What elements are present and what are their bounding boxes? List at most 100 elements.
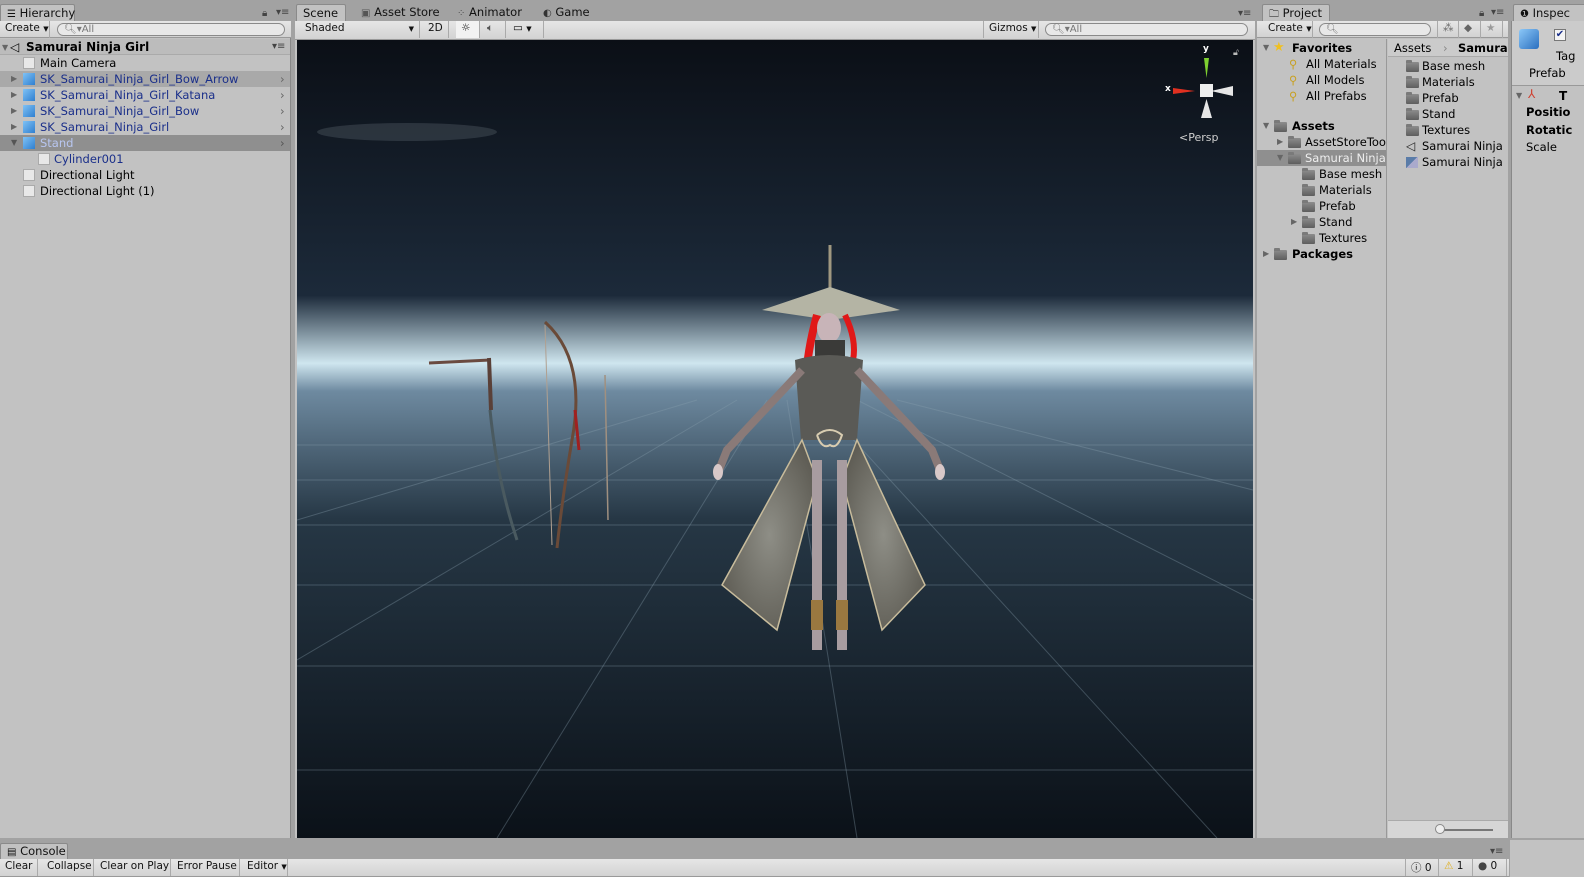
expand-arrow-icon[interactable]: ▶	[1263, 246, 1269, 262]
gizmo-lock-icon[interactable]: 🔓︎	[1233, 48, 1239, 58]
favorites-header[interactable]: ▼ ★ Favorites	[1257, 40, 1386, 56]
panel-menu-icon[interactable]: ▾≡	[1238, 8, 1251, 19]
tab-inspector[interactable]: ❶ Inspec	[1513, 4, 1584, 21]
orientation-gizmo[interactable]: y x	[1163, 44, 1243, 126]
open-prefab-arrow-icon[interactable]: ›	[280, 87, 285, 103]
project-search-input[interactable]: 🔍︎	[1319, 23, 1431, 36]
collapse-arrow-icon[interactable]: ▼	[11, 135, 17, 151]
tab-animator[interactable]: ⁘ Animator	[451, 4, 528, 21]
asset-tree-item[interactable]: Textures	[1257, 230, 1386, 246]
collapse-arrow-icon[interactable]: ▼	[1263, 40, 1269, 56]
console-error-pause-button[interactable]: Error Pause	[172, 859, 240, 876]
hierarchy-item[interactable]: Cylinder001	[0, 151, 290, 167]
project-create-button[interactable]: Create ▼	[1263, 21, 1313, 38]
favorite-item[interactable]: ⚲ All Models	[1257, 72, 1386, 88]
expand-arrow-icon[interactable]: ▶	[11, 103, 17, 119]
expand-arrow-icon[interactable]: ▶	[11, 71, 17, 87]
audio-toggle-button[interactable]: 🔈︎	[482, 21, 506, 38]
open-prefab-arrow-icon[interactable]: ›	[280, 119, 285, 135]
asset-item[interactable]: Base mesh	[1388, 58, 1508, 74]
hierarchy-item-selected[interactable]: ▼ Stand ›	[0, 135, 290, 151]
tab-game[interactable]: ◐ Game	[537, 4, 596, 21]
expand-arrow-icon[interactable]: ▶	[1291, 214, 1297, 230]
favorite-item[interactable]: ⚲ All Prefabs	[1257, 88, 1386, 104]
hierarchy-item[interactable]: Main Camera	[0, 55, 290, 71]
asset-item[interactable]: Materials	[1388, 74, 1508, 90]
collapse-arrow-icon[interactable]: ▼	[1277, 150, 1283, 166]
gameobject-icon	[23, 57, 35, 69]
asset-tree-item[interactable]: Materials	[1257, 182, 1386, 198]
open-prefab-arrow-icon[interactable]: ›	[280, 71, 285, 87]
expand-arrow-icon[interactable]: ▶	[11, 87, 17, 103]
asset-item[interactable]: Textures	[1388, 122, 1508, 138]
console-clear-on-play-button[interactable]: Clear on Play	[95, 859, 171, 876]
folder-icon	[1288, 152, 1301, 164]
packages-header[interactable]: ▶ Packages	[1257, 246, 1386, 262]
effects-dropdown[interactable]: ▭ ▼	[508, 21, 544, 38]
hierarchy-search-input[interactable]: 🔍︎▾All	[57, 23, 285, 36]
collapse-arrow-icon[interactable]: ▼	[1516, 91, 1522, 100]
gizmo-y-label: y	[1203, 44, 1209, 54]
assets-header[interactable]: ▼ Assets	[1257, 118, 1386, 134]
scene-viewport[interactable]: y x 🔓︎ <Persp	[297, 40, 1253, 838]
asset-item[interactable]: Prefab	[1388, 90, 1508, 106]
tab-scene[interactable]: Scene	[296, 4, 346, 21]
2d-toggle-button[interactable]: 2D	[423, 21, 449, 38]
console-info-toggle[interactable]: ⓘ 0	[1405, 859, 1439, 876]
scene-menu-icon[interactable]: ▾≡	[272, 39, 285, 55]
icon-size-slider-handle[interactable]	[1435, 824, 1445, 834]
console-collapse-button[interactable]: Collapse	[42, 859, 94, 876]
hierarchy-item[interactable]: ▶ SK_Samurai_Ninja_Girl ›	[0, 119, 290, 135]
favorites-button[interactable]: ★	[1481, 21, 1503, 38]
tab-console[interactable]: ▤ Console	[0, 843, 68, 859]
panel-menu-icon[interactable]: ▾≡	[1491, 7, 1504, 18]
asset-item[interactable]: ◁ Samurai Ninja	[1388, 138, 1508, 154]
asset-tree-item[interactable]: ▶ AssetStoreToo	[1257, 134, 1386, 150]
hierarchy-item[interactable]: ▶ SK_Samurai_Ninja_Girl_Katana ›	[0, 87, 290, 103]
hierarchy-item[interactable]: Directional Light	[0, 167, 290, 183]
asset-tree-item[interactable]: ▶ Stand	[1257, 214, 1386, 230]
asset-item[interactable]: Samurai Ninja	[1388, 154, 1508, 170]
projection-toggle[interactable]: <Persp	[1179, 131, 1218, 144]
console-clear-button[interactable]: Clear	[0, 859, 38, 876]
lock-icon[interactable]: 🔒︎	[262, 8, 267, 19]
gizmo-x-label: x	[1165, 84, 1171, 94]
expand-arrow-icon[interactable]: ▼	[2, 40, 8, 56]
expand-arrow-icon[interactable]: ▶	[1277, 134, 1283, 150]
favorite-item[interactable]: ⚲ All Materials	[1257, 56, 1386, 72]
scene-root-row[interactable]: ▼ ◁ Samurai Ninja Girl ▾≡	[0, 39, 290, 55]
hierarchy-item[interactable]: ▶ SK_Samurai_Ninja_Girl_Bow ›	[0, 103, 290, 119]
scene-search-input[interactable]: 🔍︎▾All	[1045, 23, 1248, 36]
hierarchy-item[interactable]: ▶ SK_Samurai_Ninja_Girl_Bow_Arrow ›	[0, 71, 290, 87]
console-error-toggle[interactable]: ● 0	[1473, 859, 1507, 876]
tab-project[interactable]: 🗀︎ Project	[1262, 4, 1330, 21]
panel-menu-icon[interactable]: ▾≡	[276, 7, 289, 18]
panel-menu-icon[interactable]: ▾≡	[1490, 846, 1503, 857]
active-checkbox[interactable]: ✔	[1554, 29, 1566, 41]
lighting-toggle-button[interactable]: ☼	[456, 21, 480, 38]
filter-by-type-button[interactable]: ⁂	[1437, 21, 1459, 38]
lock-icon[interactable]: 🔒︎	[1479, 8, 1484, 19]
console-editor-dropdown[interactable]: Editor ▼	[242, 859, 288, 876]
asset-tree-item-selected[interactable]: ▼ Samurai Ninja	[1257, 150, 1386, 166]
asset-tree-item[interactable]: Base mesh	[1257, 166, 1386, 182]
tab-hierarchy[interactable]: ☰ Hierarchy	[0, 4, 75, 21]
tab-asset-store[interactable]: ▣ Asset Store	[355, 4, 446, 21]
hierarchy-create-button[interactable]: Create ▼	[0, 21, 50, 38]
breadcrumb-item[interactable]: Assets	[1394, 39, 1431, 57]
gizmos-dropdown[interactable]: Gizmos ▼	[983, 21, 1039, 38]
collapse-arrow-icon[interactable]: ▼	[1263, 118, 1269, 134]
icon-size-slider-track[interactable]	[1438, 829, 1493, 831]
open-prefab-arrow-icon[interactable]: ›	[280, 103, 285, 119]
asset-item[interactable]: Stand	[1388, 106, 1508, 122]
breadcrumb-item[interactable]: Samurai	[1458, 39, 1508, 57]
filter-by-label-button[interactable]: ◆	[1459, 21, 1481, 38]
hierarchy-item[interactable]: Directional Light (1)	[0, 183, 290, 199]
asset-tree-item[interactable]: Prefab	[1257, 198, 1386, 214]
search-icon: 🔍︎▾	[1052, 24, 1070, 35]
console-warning-toggle[interactable]: ⚠ 1	[1439, 859, 1473, 876]
draw-mode-dropdown[interactable]: Shaded ▼	[300, 21, 420, 38]
open-prefab-arrow-icon[interactable]: ›	[280, 135, 285, 151]
expand-arrow-icon[interactable]: ▶	[11, 119, 17, 135]
hierarchy-toolbar: Create ▼ 🔍︎▾All	[0, 21, 291, 38]
